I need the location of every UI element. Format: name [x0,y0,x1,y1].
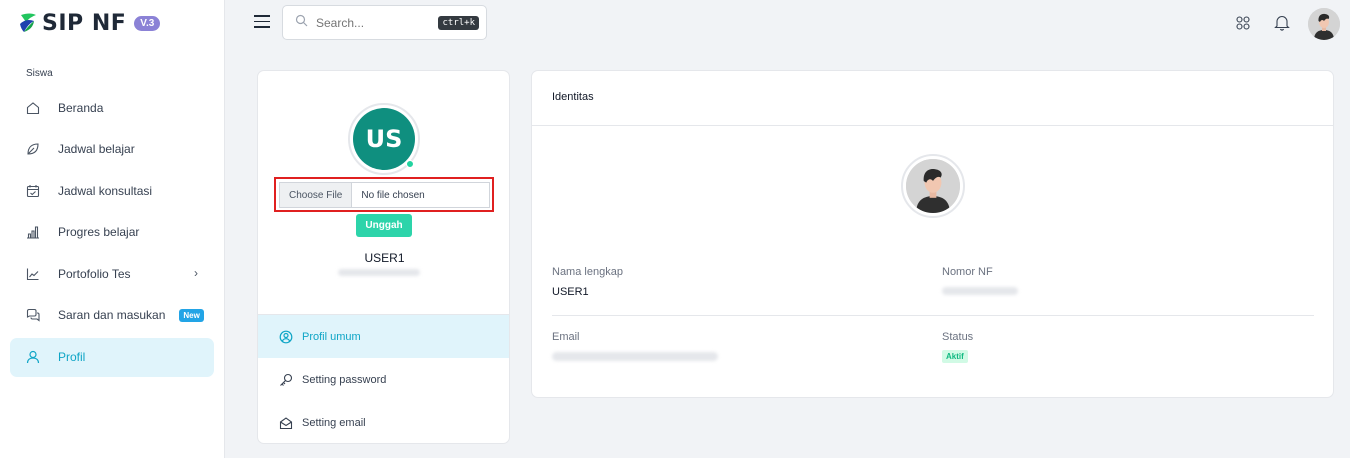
key-icon [279,373,293,387]
sidebar-item-profil[interactable]: Profil [10,337,214,377]
nf-number-label: Nomor NF [942,266,993,278]
status-label: Status [942,331,974,343]
user-circle-icon [279,330,293,344]
full-name-label: Nama lengkap [552,266,623,278]
sidebar-section-label: Siswa [26,68,53,79]
sidebar-item-jadwal-belajar[interactable]: Jadwal belajar [10,130,214,169]
sidebar-item-label: Portofolio Tes [58,266,131,281]
app-name: SIP NF [42,10,127,36]
upload-button[interactable]: Unggah [356,214,412,237]
sidebar-item-saran-dan-masukan[interactable]: Saran dan masukan New [10,296,214,335]
user-avatar[interactable] [1308,8,1340,40]
file-input-highlight: Choose File No file chosen [274,177,494,212]
sidebar-item-portofolio-tes[interactable]: Portofolio Tes › [10,254,214,293]
profile-initials: US [353,108,415,170]
calendar-check-icon [26,184,40,198]
bar-chart-icon [26,225,40,239]
menu-item-setting-password[interactable]: Setting password [258,358,509,401]
sidebar-item-progres-belajar[interactable]: Progres belajar [10,213,214,252]
sidebar-item-beranda[interactable]: Beranda [10,88,214,127]
search-box[interactable]: ctrl+k [282,5,487,40]
email-label: Email [552,331,580,343]
identity-title: Identitas [552,91,594,103]
redacted-nf-number [942,287,1018,295]
choose-file-button[interactable]: Choose File [280,183,353,207]
chat-icon [26,308,40,323]
sidebar: SIP NF V.3 Siswa Beranda Jadwal belajar … [0,0,225,458]
row-divider [552,315,1314,316]
sidebar-item-label: Jadwal konsultasi [58,183,153,198]
search-icon [295,14,308,32]
identity-avatar [901,154,965,218]
redacted-subtitle [338,269,420,276]
identity-card: Identitas Nama lengkap USER1 Nomor NF Em… [531,70,1334,398]
app-logo[interactable]: SIP NF V.3 [18,10,161,36]
sidebar-item-label: Beranda [58,100,104,115]
envelope-open-icon [279,416,293,430]
profile-card: US Choose File No file chosen Unggah USE… [257,70,510,444]
menu-item-label: Setting password [302,373,387,386]
bell-icon[interactable] [1274,14,1290,36]
menu-toggle-button[interactable] [254,15,270,29]
user-icon [26,350,40,364]
profile-username: USER1 [364,251,405,265]
search-input[interactable] [316,15,426,30]
file-input[interactable]: Choose File No file chosen [279,182,490,208]
chevron-right-icon: › [194,266,198,281]
logo-leaf-icon [18,12,38,34]
sidebar-item-label: Jadwal belajar [58,142,135,157]
menu-item-label: Setting email [302,416,366,429]
divider [532,125,1333,126]
version-badge: V.3 [134,15,161,31]
leaf-icon [26,142,40,156]
file-status: No file chosen [361,189,425,201]
sidebar-item-label: Profil [58,350,86,365]
menu-item-setting-email[interactable]: Setting email [258,401,509,443]
sidebar-item-jadwal-konsultasi[interactable]: Jadwal konsultasi [10,171,214,210]
online-status-dot [406,160,414,168]
profile-menu: Profil umum Setting password Setting ema… [258,314,509,443]
line-chart-icon [26,267,40,281]
home-icon [26,101,40,115]
sidebar-nav: Beranda Jadwal belajar Jadwal konsultasi… [10,88,214,379]
menu-item-profil-umum[interactable]: Profil umum [258,315,509,358]
menu-item-label: Profil umum [302,330,361,343]
status-badge: Aktif [942,350,968,363]
apps-grid-icon[interactable] [1236,16,1250,35]
redacted-email [552,352,718,361]
new-badge: New [179,308,204,322]
search-shortcut-hint: ctrl+k [438,16,479,30]
sidebar-item-label: Progres belajar [58,225,140,240]
sidebar-item-label: Saran dan masukan [58,308,166,323]
full-name-value: USER1 [552,286,589,298]
